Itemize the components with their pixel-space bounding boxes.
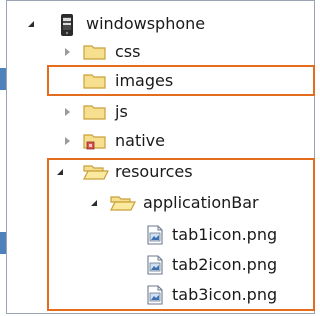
highlight-box-resources [47,158,315,311]
tree-node-label: windowsphone [86,14,206,33]
collapsed-twisty-icon[interactable] [65,108,70,116]
tree-node-label: js [115,102,128,121]
collapsed-twisty-icon[interactable] [65,137,70,145]
tree-node-label: native [115,131,165,150]
tree-node-label: css [115,42,141,61]
tree-node-windowsphone[interactable]: windowsphone [7,12,307,38]
highlight-box-images [47,65,315,96]
expand-twisty-icon[interactable] [28,21,34,27]
tree-node-css[interactable]: css [7,39,307,65]
project-explorer-panel: windowsphone css images js native resour… [6,0,315,314]
folder-icon [83,105,106,120]
folder-icon [83,45,106,60]
tree-node-native[interactable]: native [7,128,307,154]
tree-node-js[interactable]: js [7,99,307,125]
phone-project-icon [61,14,73,36]
folder-with-overlay-icon [83,134,106,150]
collapsed-twisty-icon[interactable] [65,48,70,56]
